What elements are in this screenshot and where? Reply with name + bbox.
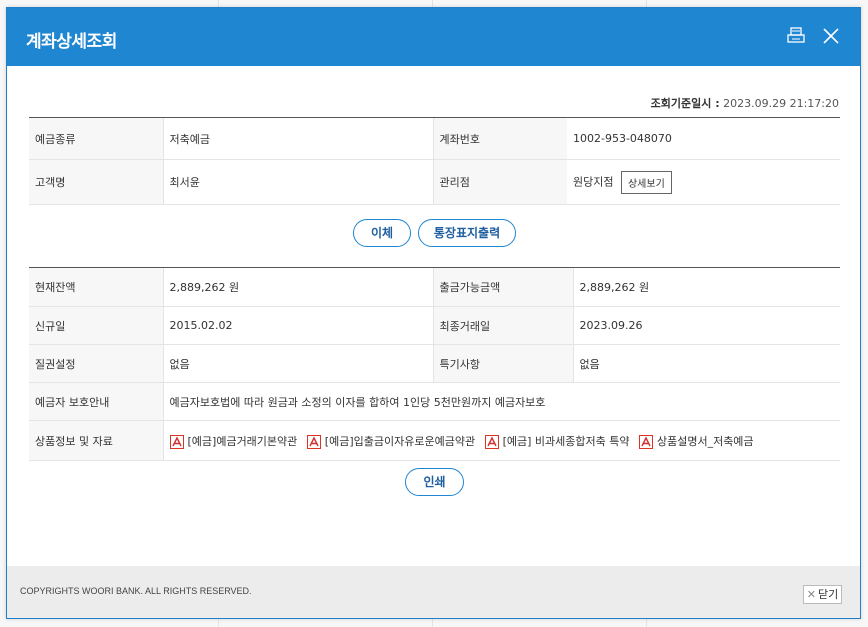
account-detail-table: 현재잔액 2,889,262 원 출금가능금액 2,889,262 원 신규일 … xyxy=(29,267,840,461)
copyright-text: COPYRIGHTS WOORI BANK. ALL RIGHTS RESERV… xyxy=(20,586,252,596)
account-number-label: 계좌번호 xyxy=(432,117,567,160)
customer-value: 최서윤 xyxy=(162,159,433,205)
withdrawable-label: 출금가능금액 xyxy=(432,267,573,307)
document-title: [예금]예금거래기본약관 xyxy=(187,434,298,448)
branch-detail-button[interactable]: 상세보기 xyxy=(620,170,672,194)
document-link[interactable]: [예금] 비과세종합저축 특약 xyxy=(484,434,630,449)
account-type-label: 예금종류 xyxy=(29,117,163,160)
pdf-icon xyxy=(169,434,184,449)
protection-value: 예금자보호법에 따라 원금과 소정의 이자를 합하여 1인당 5천만원까지 예금… xyxy=(162,382,840,421)
table-row: 현재잔액 2,889,262 원 출금가능금액 2,889,262 원 xyxy=(29,267,840,307)
pdf-icon xyxy=(306,434,321,449)
modal-title: 계좌상세조회 xyxy=(26,32,117,52)
balance-label: 현재잔액 xyxy=(29,267,163,307)
pledge-value: 없음 xyxy=(162,344,433,383)
document-link[interactable]: 상품설명서_저축예금 xyxy=(638,434,754,449)
close-icon: ✕ xyxy=(806,588,816,601)
last-transaction-value: 2023.09.26 xyxy=(572,306,840,345)
passbook-cover-print-button[interactable]: 통장표지출력 xyxy=(418,219,516,247)
document-title: 상품설명서_저축예금 xyxy=(656,434,754,448)
account-number-value: 1002-953-048070 xyxy=(567,117,840,160)
pdf-icon xyxy=(484,434,499,449)
close-label: 닫기 xyxy=(817,588,839,601)
table-row: 예금종류 저축예금 계좌번호 1002-953-048070 xyxy=(29,117,840,160)
document-link[interactable]: [예금]입출금이자유로운예금약관 xyxy=(306,434,476,449)
transfer-button[interactable]: 이체 xyxy=(353,219,411,247)
footer-close-button[interactable]: ✕ 닫기 xyxy=(803,585,842,604)
timestamp-value: 2023.09.29 21:17:20 xyxy=(723,97,839,110)
branch-value: 원당지점 xyxy=(573,175,614,188)
close-icon[interactable] xyxy=(821,26,841,46)
table-row: 고객명 최서윤 관리점 원당지점 상세보기 xyxy=(29,159,840,205)
print-button[interactable]: 인쇄 xyxy=(405,468,464,496)
documents-cell: [예금]예금거래기본약관 [예금]입출금이자유로운예금약관 [예금] 비과세종합… xyxy=(162,420,840,461)
timestamp-label: 조회기준일시 : xyxy=(650,97,720,110)
opened-label: 신규일 xyxy=(29,306,163,345)
withdrawable-value: 2,889,262 원 xyxy=(572,267,840,307)
documents-label: 상품정보 및 자료 xyxy=(29,420,163,461)
branch-label: 관리점 xyxy=(432,159,567,205)
account-detail-modal: 계좌상세조회 조회기준일시 : 2023.09.29 21:17:20 예금종류… xyxy=(6,7,861,619)
pdf-icon xyxy=(638,434,653,449)
last-transaction-label: 최종거래일 xyxy=(432,306,573,345)
customer-label: 고객명 xyxy=(29,159,163,205)
balance-value: 2,889,262 원 xyxy=(162,267,433,307)
table-row: 질권설정 없음 특기사항 없음 xyxy=(29,344,840,383)
special-notes-value: 없음 xyxy=(572,344,840,383)
account-info-table: 예금종류 저축예금 계좌번호 1002-953-048070 고객명 최서윤 관… xyxy=(29,117,840,205)
table-row: 신규일 2015.02.02 최종거래일 2023.09.26 xyxy=(29,306,840,345)
account-type-value: 저축예금 xyxy=(162,117,433,160)
pledge-label: 질권설정 xyxy=(29,344,163,383)
modal-header: 계좌상세조회 xyxy=(7,8,860,66)
document-title: [예금] 비과세종합저축 특약 xyxy=(502,434,630,448)
special-notes-label: 특기사항 xyxy=(432,344,573,383)
branch-cell: 원당지점 상세보기 xyxy=(567,159,840,205)
query-timestamp: 조회기준일시 : 2023.09.29 21:17:20 xyxy=(651,95,839,111)
printer-icon[interactable] xyxy=(786,26,806,46)
protection-label: 예금자 보호안내 xyxy=(29,382,163,421)
opened-value: 2015.02.02 xyxy=(162,306,433,345)
table-row: 예금자 보호안내 예금자보호법에 따라 원금과 소정의 이자를 합하여 1인당 … xyxy=(29,382,840,421)
table-row: 상품정보 및 자료 [예금]예금거래기본약관 [예금]입출금이자유로운예금약관 … xyxy=(29,420,840,461)
document-link[interactable]: [예금]예금거래기본약관 xyxy=(169,434,298,449)
modal-footer: COPYRIGHTS WOORI BANK. ALL RIGHTS RESERV… xyxy=(7,566,860,618)
document-title: [예금]입출금이자유로운예금약관 xyxy=(324,434,476,448)
